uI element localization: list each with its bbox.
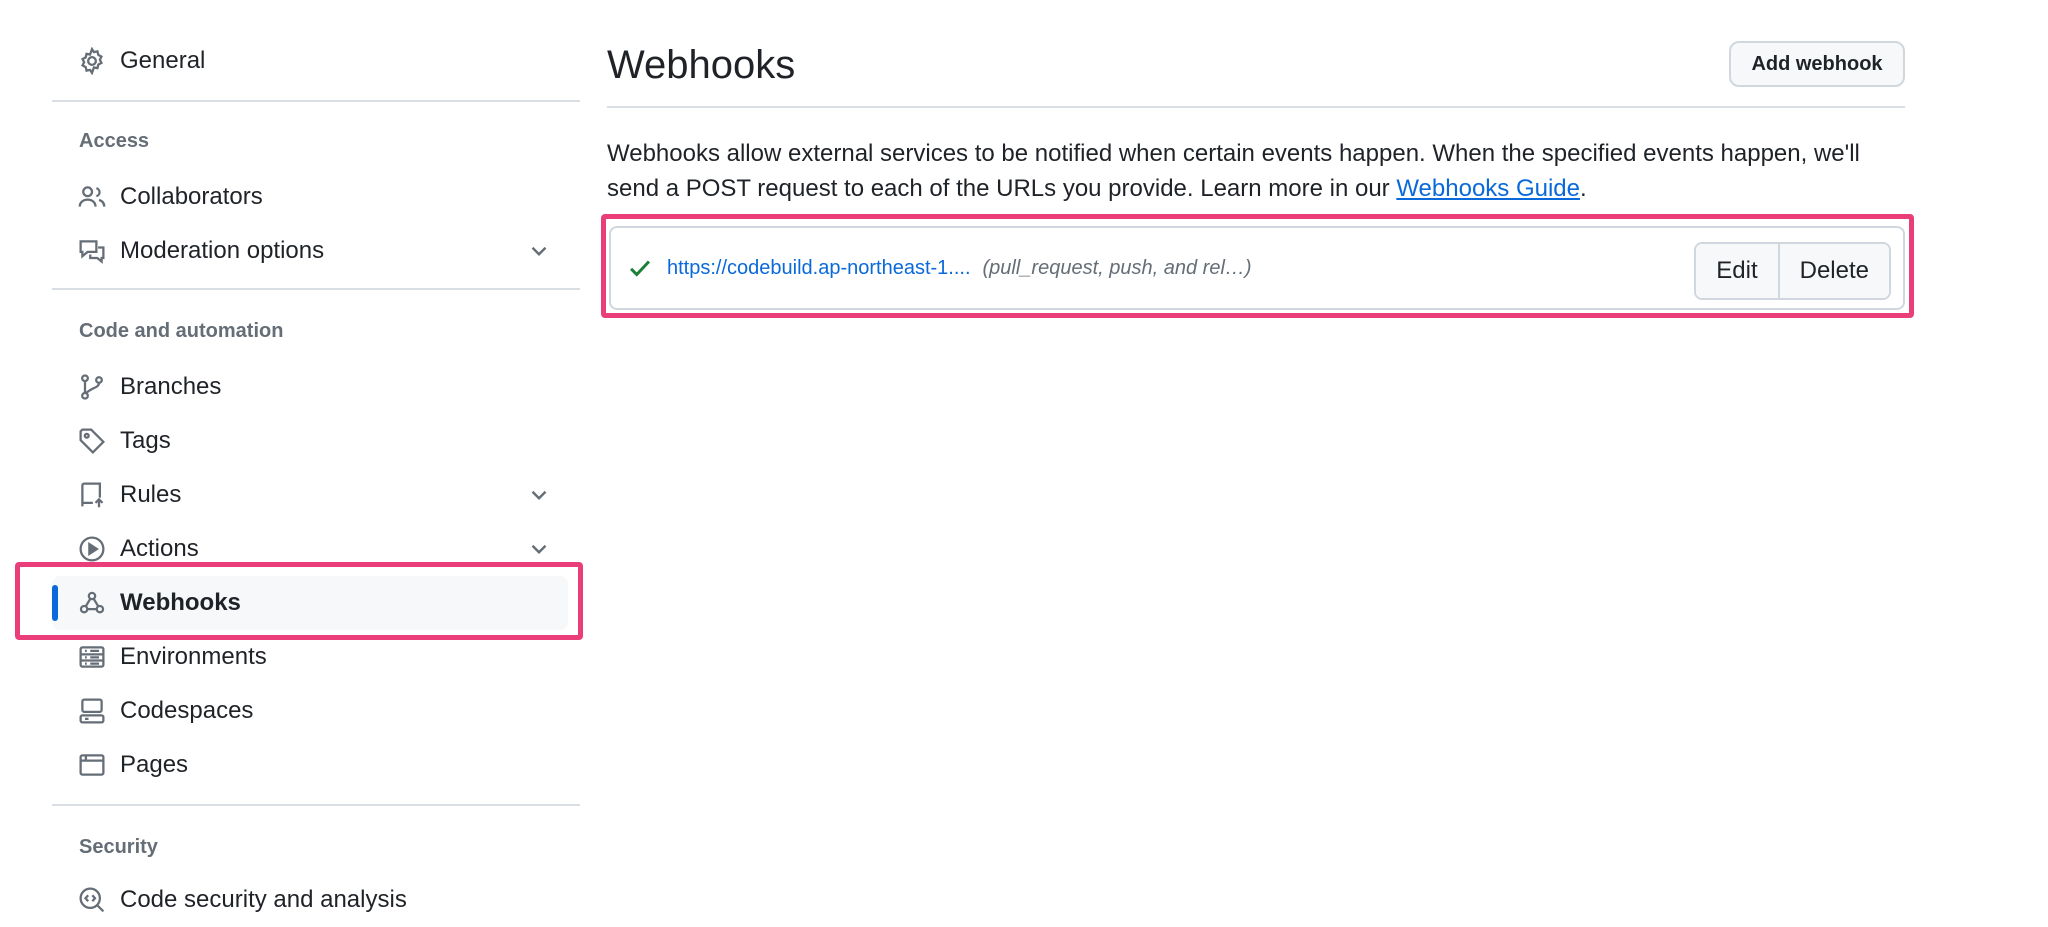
codespaces-icon bbox=[78, 697, 106, 725]
sidebar-item-label: Collaborators bbox=[120, 183, 263, 210]
chevron-down-icon[interactable] bbox=[526, 482, 552, 508]
webhook-events: (pull_request, push, and rel…) bbox=[982, 256, 1252, 279]
delete-button[interactable]: Delete bbox=[1777, 244, 1889, 298]
webhooks-guide-link[interactable]: Webhooks Guide bbox=[1396, 175, 1580, 202]
gear-icon bbox=[78, 47, 106, 75]
sidebar-item-pages[interactable]: Pages bbox=[52, 738, 580, 792]
sidebar-item-environments[interactable]: Environments bbox=[52, 630, 580, 684]
sidebar-divider bbox=[52, 288, 580, 290]
chevron-down-icon[interactable] bbox=[526, 536, 552, 562]
sidebar-item-collaborators[interactable]: Collaborators bbox=[52, 170, 580, 224]
sidebar-item-moderation[interactable]: Moderation options bbox=[52, 224, 580, 278]
server-icon bbox=[78, 643, 106, 671]
sidebar-item-codespaces[interactable]: Codespaces bbox=[52, 684, 580, 738]
sidebar-item-rules[interactable]: Rules bbox=[52, 468, 580, 522]
sidebar-item-label: Actions bbox=[120, 535, 199, 562]
sidebar-item-label: Branches bbox=[120, 373, 222, 400]
sidebar-item-label: Webhooks bbox=[120, 589, 241, 616]
tag-icon bbox=[78, 427, 106, 455]
sidebar-item-general[interactable]: General bbox=[52, 34, 580, 88]
comment-discussion-icon bbox=[78, 237, 106, 265]
sidebar-item-label: Tags bbox=[120, 427, 171, 454]
sidebar-item-actions[interactable]: Actions bbox=[52, 522, 580, 576]
sidebar-divider bbox=[52, 804, 580, 806]
webhook-row: https://codebuild.ap-northeast-1.... (pu… bbox=[609, 226, 1905, 310]
edit-button[interactable]: Edit bbox=[1696, 244, 1778, 298]
git-branch-icon bbox=[78, 373, 106, 401]
page-title: Webhooks bbox=[607, 43, 796, 87]
sidebar-item-webhooks[interactable]: Webhooks bbox=[52, 576, 568, 630]
chevron-down-icon[interactable] bbox=[526, 238, 552, 264]
sidebar-divider bbox=[52, 100, 580, 102]
sidebar-item-label: Codespaces bbox=[120, 697, 254, 724]
webhooks-description: Webhooks allow external services to be n… bbox=[607, 136, 1907, 206]
sidebar-item-label: Pages bbox=[120, 751, 189, 778]
webhook-url-link[interactable]: https://codebuild.ap-northeast-1.... bbox=[667, 257, 971, 280]
people-icon bbox=[78, 183, 106, 211]
add-webhook-button[interactable]: Add webhook bbox=[1729, 41, 1905, 87]
webhook-icon bbox=[78, 589, 106, 617]
browser-icon bbox=[78, 751, 106, 779]
sidebar-item-label: Environments bbox=[120, 643, 267, 670]
repo-push-icon bbox=[78, 481, 106, 509]
sidebar-item-branches[interactable]: Branches bbox=[52, 360, 580, 414]
sidebar-item-label: Rules bbox=[120, 481, 182, 508]
description-suffix: . bbox=[1580, 175, 1587, 202]
section-heading-security: Security bbox=[79, 836, 158, 858]
check-icon bbox=[627, 255, 653, 281]
sidebar-item-code-security[interactable]: Code security and analysis bbox=[52, 873, 580, 927]
play-icon bbox=[78, 535, 106, 563]
section-heading-code-automation: Code and automation bbox=[79, 320, 284, 342]
section-heading-access: Access bbox=[79, 130, 150, 152]
sidebar-item-label: Moderation options bbox=[120, 237, 325, 264]
webhook-actions: Edit Delete bbox=[1694, 242, 1891, 300]
sidebar-item-label: General bbox=[120, 47, 206, 74]
title-divider bbox=[607, 106, 1905, 108]
sidebar-item-tags[interactable]: Tags bbox=[52, 414, 580, 468]
description-text: Webhooks allow external services to be n… bbox=[607, 140, 1860, 202]
